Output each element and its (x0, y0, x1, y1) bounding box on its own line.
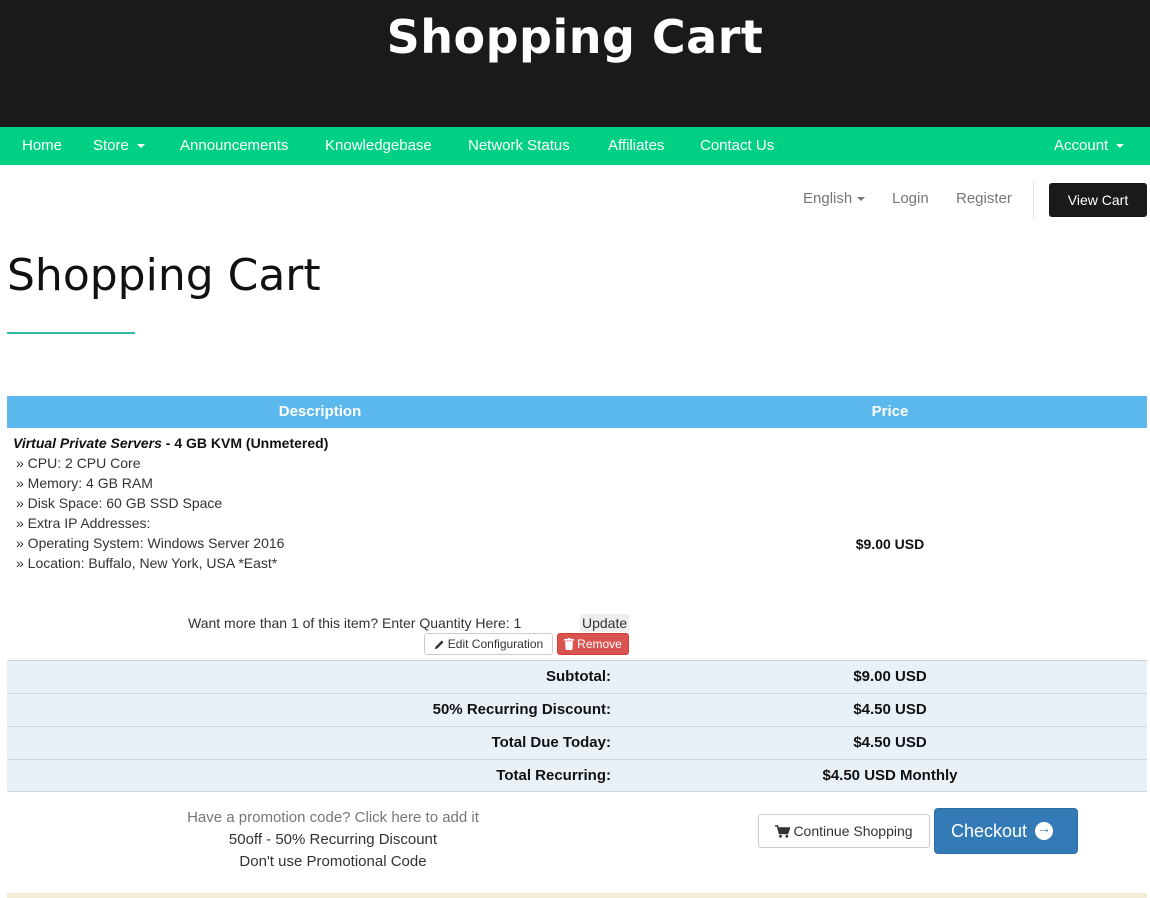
spec-location: » Location: Buffalo, New York, USA *East… (16, 555, 278, 571)
discount-value: $4.50 USD (853, 701, 927, 718)
total-due-label: Total Due Today: (491, 734, 611, 751)
update-quantity-button[interactable]: Update (580, 614, 630, 632)
chevron-down-icon (857, 197, 866, 202)
nav-knowledgebase[interactable]: Knowledgebase (325, 127, 432, 165)
applied-promo: 50off - 50% Recurring Discount (228, 831, 438, 848)
subtotal-label: Subtotal: (546, 668, 611, 685)
spec-disk: » Disk Space: 60 GB SSD Space (16, 495, 223, 511)
nav-contact-us[interactable]: Contact Us (700, 127, 774, 165)
main-nav: Home Store Announcements Knowledgebase N… (0, 127, 1150, 165)
title-underline (7, 332, 135, 334)
arrow-right-circle-icon (1035, 820, 1054, 840)
nav-store-label: Store (93, 137, 129, 154)
discount-label: 50% Recurring Discount: (432, 701, 611, 718)
footer-strip (7, 893, 1147, 898)
language-selector[interactable]: English (803, 190, 866, 207)
view-cart-button[interactable]: View Cart (1049, 183, 1147, 217)
remove-promo-link[interactable]: Don't use Promotional Code (133, 853, 533, 870)
nav-store[interactable]: Store (93, 127, 145, 165)
subtotal-row: Subtotal: $9.00 USD (7, 660, 1147, 693)
spec-cpu: » CPU: 2 CPU Core (16, 455, 141, 471)
cart-icon (775, 825, 791, 838)
remove-label: Remove (577, 637, 622, 651)
continue-shopping-button[interactable]: Continue Shopping (758, 814, 930, 848)
cart-table-header: Description Price (7, 396, 1147, 428)
subtotal-value: $9.00 USD (853, 668, 927, 685)
item-group: Virtual Private Servers (13, 435, 162, 451)
checkout-button[interactable]: Checkout (934, 808, 1078, 854)
chevron-down-icon (1116, 144, 1125, 149)
total-due-row: Total Due Today: $4.50 USD (7, 726, 1147, 759)
remove-item-button[interactable]: Remove (557, 633, 629, 655)
column-header-price: Price (871, 403, 909, 420)
edit-configuration-label: Edit Configuration (447, 637, 544, 651)
quantity-prompt: Want more than 1 of this item? Enter Qua… (188, 615, 522, 631)
column-header-description: Description (278, 403, 362, 420)
chevron-down-icon (136, 144, 145, 149)
spec-memory: » Memory: 4 GB RAM (16, 475, 153, 491)
add-promo-link[interactable]: Have a promotion code? Click here to add… (133, 809, 533, 826)
nav-home[interactable]: Home (22, 127, 62, 165)
login-link[interactable]: Login (892, 190, 929, 207)
site-title: Shopping Cart (386, 10, 764, 64)
register-link[interactable]: Register (956, 190, 1012, 207)
nav-affiliates[interactable]: Affiliates (608, 127, 664, 165)
language-label: English (803, 190, 853, 207)
total-recurring-value: $4.50 USD Monthly (822, 767, 958, 784)
item-title: Virtual Private Servers - 4 GB KVM (Unme… (13, 435, 328, 451)
continue-shopping-label: Continue Shopping (793, 823, 913, 839)
discount-row: 50% Recurring Discount: $4.50 USD (7, 693, 1147, 726)
site-header: Shopping Cart (0, 0, 1150, 127)
total-recurring-label: Total Recurring: (496, 767, 611, 784)
divider (1033, 182, 1034, 218)
checkout-label: Checkout (951, 820, 1028, 841)
item-price: $9.00 USD (855, 536, 925, 552)
nav-account[interactable]: Account (1054, 127, 1125, 165)
nav-network-status[interactable]: Network Status (468, 127, 570, 165)
nav-account-label: Account (1054, 137, 1109, 154)
edit-configuration-button[interactable]: Edit Configuration (424, 633, 553, 655)
pencil-icon (434, 640, 444, 650)
total-recurring-row: Total Recurring: $4.50 USD Monthly (7, 759, 1147, 792)
nav-announcements[interactable]: Announcements (180, 127, 288, 165)
item-name: - 4 GB KVM (Unmetered) (161, 435, 329, 451)
trash-icon (564, 638, 575, 650)
cart-totals: Subtotal: $9.00 USD 50% Recurring Discou… (7, 660, 1147, 792)
item-spec-list: » CPU: 2 CPU Core » Memory: 4 GB RAM » D… (16, 453, 284, 573)
page-title: Shopping Cart (7, 250, 321, 301)
total-due-value: $4.50 USD (853, 734, 927, 751)
spec-extra-ip: » Extra IP Addresses: (16, 515, 151, 531)
spec-os: » Operating System: Windows Server 2016 (16, 535, 285, 551)
